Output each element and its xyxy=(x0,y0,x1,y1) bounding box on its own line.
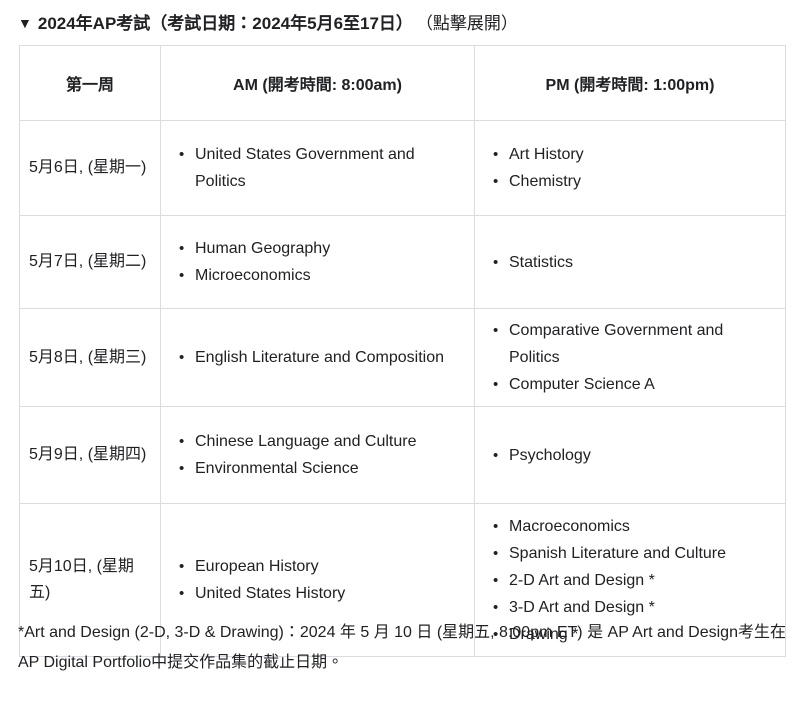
subject-list: Human Geography Microeconomics xyxy=(173,235,464,289)
table-row: 5月6日, (星期一) United States Government and… xyxy=(19,120,786,216)
list-item: Human Geography xyxy=(179,235,464,262)
list-item: 2-D Art and Design * xyxy=(493,567,775,594)
table-header: 第一周 AM (開考時間: 8:00am) PM (開考時間: 1:00pm) xyxy=(19,45,786,121)
subject-list: European History United States History xyxy=(173,553,464,607)
list-item: United States Government and Politics xyxy=(179,141,464,195)
table-header-row: 第一周 AM (開考時間: 8:00am) PM (開考時間: 1:00pm) xyxy=(19,45,786,121)
list-item: Computer Science A xyxy=(493,371,775,398)
subject-list: United States Government and Politics xyxy=(173,141,464,195)
pm-subjects-cell: Art History Chemistry xyxy=(474,120,786,216)
am-subjects-cell: Human Geography Microeconomics xyxy=(160,215,475,309)
subject-list: Comparative Government and Politics Comp… xyxy=(487,317,775,398)
exam-date-cell: 5月7日, (星期二) xyxy=(19,215,161,309)
list-item: Microeconomics xyxy=(179,262,464,289)
list-item: Psychology xyxy=(493,442,775,469)
pm-subjects-cell: Comparative Government and Politics Comp… xyxy=(474,308,786,407)
table-row: 5月8日, (星期三) English Literature and Compo… xyxy=(19,308,786,407)
column-header-week: 第一周 xyxy=(19,45,161,121)
subject-list: Art History Chemistry xyxy=(487,141,775,195)
list-item: Environmental Science xyxy=(179,455,464,482)
list-item: Comparative Government and Politics xyxy=(493,317,775,371)
table-row: 5月9日, (星期四) Chinese Language and Culture… xyxy=(19,406,786,504)
exam-date-cell: 5月8日, (星期三) xyxy=(19,308,161,407)
subject-list: Psychology xyxy=(487,442,775,469)
subject-list: English Literature and Composition xyxy=(173,344,464,371)
column-header-am: AM (開考時間: 8:00am) xyxy=(160,45,475,121)
ap-exam-schedule-table: 第一周 AM (開考時間: 8:00am) PM (開考時間: 1:00pm) … xyxy=(19,45,786,657)
list-item: Chemistry xyxy=(493,168,775,195)
pm-subjects-cell: Psychology xyxy=(474,406,786,504)
footnote-text: *Art and Design (2-D, 3-D & Drawing)：202… xyxy=(18,624,786,671)
list-item: Spanish Literature and Culture xyxy=(493,540,775,567)
column-header-pm: PM (開考時間: 1:00pm) xyxy=(474,45,786,121)
page-title: 2024年AP考試（考試日期：2024年5月6至17日） xyxy=(37,14,413,33)
expand-hint-label: （點擊展開） xyxy=(415,14,518,33)
list-item: Macroeconomics xyxy=(493,513,775,540)
subject-list: Statistics xyxy=(487,249,775,276)
page-root: ▼ 2024年AP考試（考試日期：2024年5月6至17日） （點擊展開） 第一… xyxy=(0,0,807,717)
list-item: 3-D Art and Design * xyxy=(493,594,775,621)
table-row: 5月7日, (星期二) Human Geography Microeconomi… xyxy=(19,215,786,309)
list-item: English Literature and Composition xyxy=(179,344,464,371)
list-item: European History xyxy=(179,553,464,580)
list-item: United States History xyxy=(179,580,464,607)
chevron-down-icon[interactable]: ▼ xyxy=(18,12,32,34)
list-item: Chinese Language and Culture xyxy=(179,428,464,455)
am-subjects-cell: English Literature and Composition xyxy=(160,308,475,407)
list-item: Statistics xyxy=(493,249,775,276)
list-item: Art History xyxy=(493,141,775,168)
am-subjects-cell: United States Government and Politics xyxy=(160,120,475,216)
collapsible-section-header[interactable]: ▼ 2024年AP考試（考試日期：2024年5月6至17日） （點擊展開） xyxy=(18,13,518,35)
subject-list: Chinese Language and Culture Environment… xyxy=(173,428,464,482)
exam-date-cell: 5月9日, (星期四) xyxy=(19,406,161,504)
pm-subjects-cell: Statistics xyxy=(474,215,786,309)
table-body: 5月6日, (星期一) United States Government and… xyxy=(19,120,786,657)
am-subjects-cell: Chinese Language and Culture Environment… xyxy=(160,406,475,504)
exam-date-cell: 5月6日, (星期一) xyxy=(19,120,161,216)
